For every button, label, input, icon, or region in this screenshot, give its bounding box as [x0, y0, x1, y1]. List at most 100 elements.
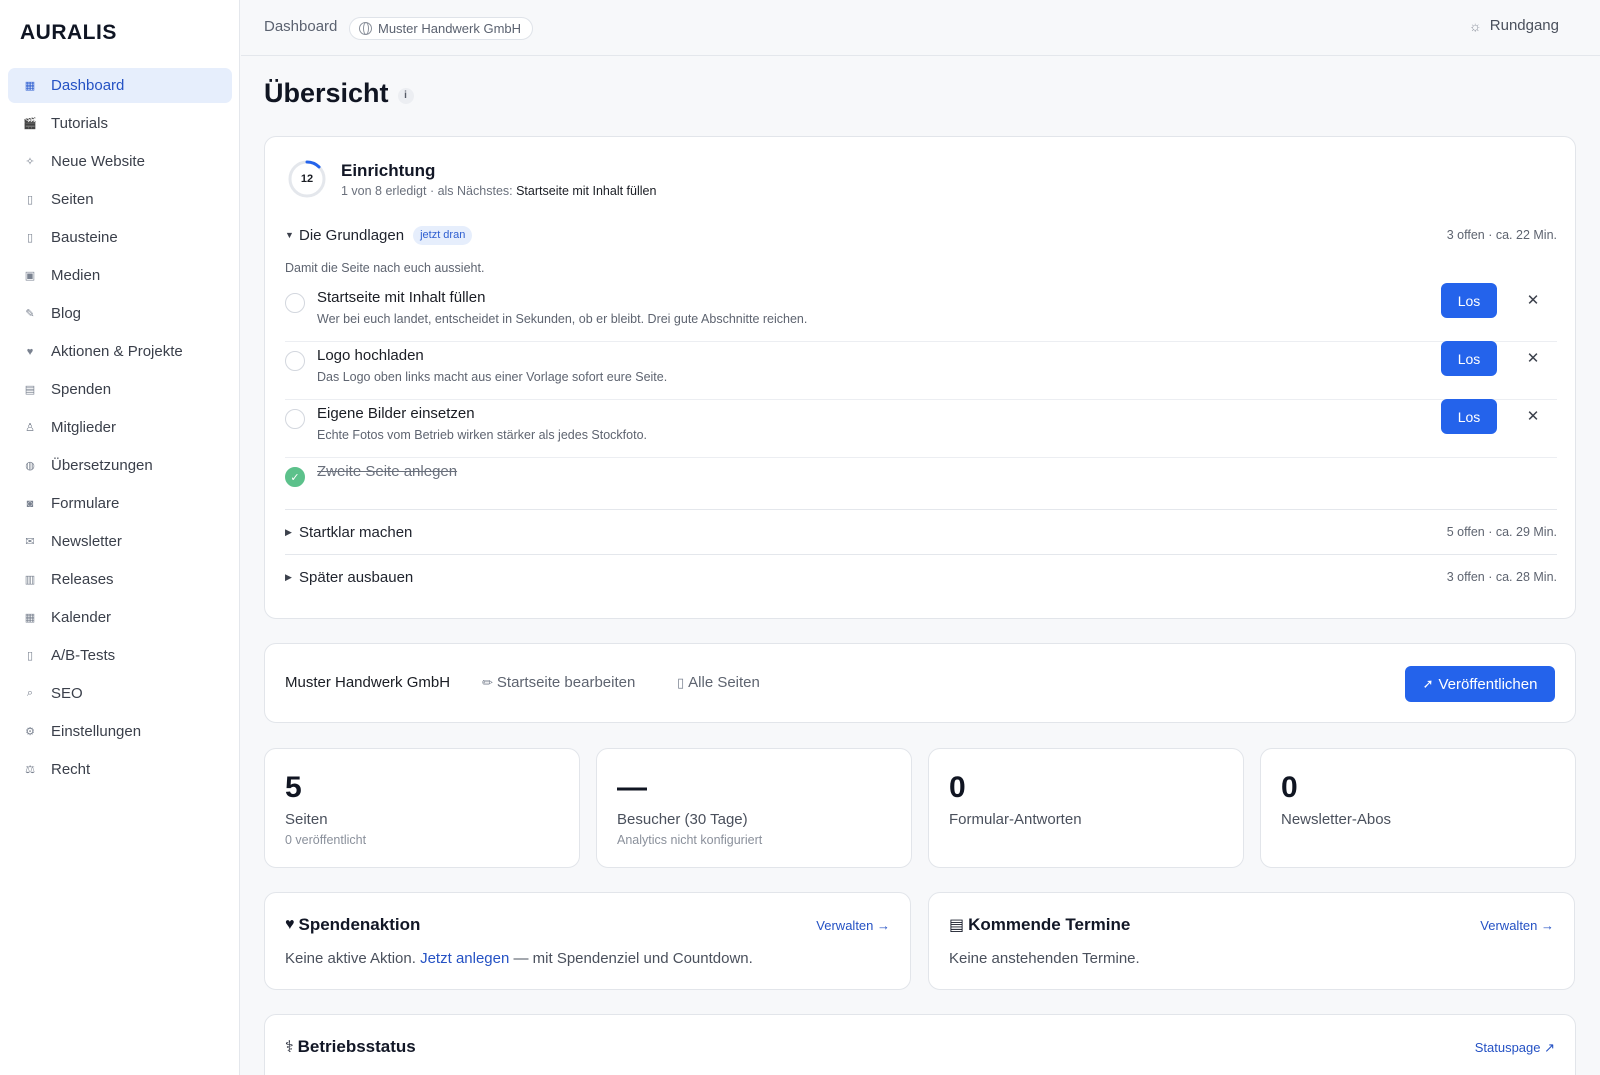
- task-title: Logo hochladen: [317, 347, 424, 364]
- form-icon: ◙: [26, 497, 34, 510]
- close-icon[interactable]: ✕: [1525, 407, 1541, 425]
- sidebar-item-label: Übersetzungen: [51, 457, 153, 474]
- stat-label: Seiten: [285, 811, 328, 828]
- donation-text-suffix: — mit Spendenziel und Countdown.: [509, 950, 753, 967]
- task-checkbox[interactable]: [285, 293, 305, 313]
- status-title-text: Betriebsstatus: [297, 1037, 416, 1056]
- pulse-icon: ⚕: [285, 1039, 294, 1056]
- stat-label: Besucher (30 Tage): [617, 811, 748, 828]
- send-icon: ➚: [1422, 676, 1434, 691]
- brand-logo[interactable]: AURALIS: [20, 21, 117, 45]
- section-title: Später ausbauen: [299, 568, 414, 586]
- tour-label: Rundgang: [1489, 17, 1559, 34]
- publish-label: Veröffentlichen: [1438, 675, 1538, 693]
- checkmark-icon[interactable]: ✓: [285, 467, 305, 487]
- sidebar-item-aktionen-projekte[interactable]: ♥ Aktionen & Projekte: [8, 334, 232, 369]
- sidebar-item-mitglieder[interactable]: ♙ Mitglieder: [8, 410, 232, 445]
- section-meta: 3 offen · ca. 22 Min.: [1446, 228, 1557, 242]
- section-meta: 3 offen · ca. 28 Min.: [1446, 570, 1557, 584]
- sidebar-item-label: Tutorials: [51, 115, 108, 132]
- stat-value: 0: [949, 771, 966, 804]
- create-campaign-link[interactable]: Jetzt anlegen: [420, 950, 509, 967]
- sidebar-item-recht[interactable]: ⚖ Recht: [8, 752, 232, 787]
- section-title: Startklar machen: [299, 523, 413, 541]
- sidebar-item-dashboard[interactable]: ▦ Dashboard: [8, 68, 232, 103]
- sidebar-nav: ▦ Dashboard 🎬 Tutorials ✧ Neue Website ▯ Seiten…: [8, 68, 232, 790]
- publish-button[interactable]: ➚ Veröffentlichen: [1405, 666, 1555, 702]
- sidebar: AURALIS ▦ Dashboard 🎬 Tutorials ✧ Neue Websit…: [0, 0, 240, 1075]
- sidebar-item-releases[interactable]: ▥ Releases: [8, 562, 232, 597]
- start-task-button[interactable]: Los: [1441, 341, 1497, 376]
- sidebar-item-kalender[interactable]: ▦ Kalender: [8, 600, 232, 635]
- close-icon[interactable]: ✕: [1525, 349, 1541, 367]
- sidebar-item-übersetzungen[interactable]: ◍ Übersetzungen: [8, 448, 232, 483]
- status-card: ⚕ Betriebsstatus Statuspage ↗: [264, 1014, 1576, 1075]
- sidebar-item-bausteine[interactable]: ▯ Bausteine: [8, 220, 232, 255]
- sidebar-item-a-b-tests[interactable]: ▯ A/B-Tests: [8, 638, 232, 673]
- stat-value: —: [617, 771, 647, 804]
- sidebar-item-label: A/B-Tests: [51, 647, 116, 664]
- status-title: ⚕ Betriebsstatus: [285, 1037, 416, 1057]
- stat-card[interactable]: — Besucher (30 Tage) Analytics nicht konfi…: [596, 748, 912, 868]
- test-icon: ▯: [26, 650, 34, 662]
- globe-icon: [359, 22, 372, 35]
- breadcrumb[interactable]: Dashboard: [264, 18, 337, 35]
- lightbulb-icon: ☼: [1468, 17, 1482, 34]
- status-badge: jetzt dran: [413, 225, 473, 245]
- sidebar-item-label: Kalender: [51, 609, 112, 626]
- pen-icon: ✎: [25, 308, 35, 320]
- events-title-text: Kommende Termine: [968, 915, 1131, 934]
- sidebar-item-label: Einstellungen: [51, 723, 142, 740]
- start-task-button[interactable]: Los: [1441, 283, 1497, 318]
- sidebar-item-seo[interactable]: ⌕ SEO: [8, 676, 232, 711]
- org-switcher[interactable]: Muster Handwerk GmbH: [349, 17, 534, 40]
- statuspage-link[interactable]: Statuspage ↗: [1475, 1040, 1555, 1056]
- stat-label: Formular-Antworten: [949, 811, 1082, 828]
- all-pages-label: Alle Seiten: [688, 674, 760, 691]
- stat-card[interactable]: 5 Seiten 0 veröffentlicht: [264, 748, 580, 868]
- task-checkbox[interactable]: [285, 409, 305, 429]
- events-widget: ▤ Kommende Termine Verwalten → Keine ans…: [928, 892, 1575, 990]
- tour-button[interactable]: ☼ Rundgang: [1469, 17, 1559, 34]
- donation-text: Keine aktive Aktion.: [285, 950, 421, 967]
- sidebar-item-formulare[interactable]: ◙ Formulare: [8, 486, 232, 521]
- site-name: Muster Handwerk GmbH: [285, 674, 451, 691]
- stat-card[interactable]: 0 Newsletter-Abos: [1260, 748, 1576, 868]
- sidebar-item-tutorials[interactable]: 🎬 Tutorials: [8, 106, 232, 141]
- donation-manage-link[interactable]: Verwalten →: [816, 918, 890, 933]
- sidebar-item-einstellungen[interactable]: ⚙ Einstellungen: [8, 714, 232, 749]
- sidebar-item-medien[interactable]: ▣ Medien: [8, 258, 232, 293]
- info-icon[interactable]: i: [397, 87, 414, 104]
- section-meta: 5 offen · ca. 29 Min.: [1446, 525, 1557, 539]
- pencil-icon: ✏: [482, 674, 493, 690]
- events-manage-link[interactable]: Verwalten →: [1480, 918, 1554, 933]
- donation-title: ♥ Spendenaktion: [285, 915, 420, 935]
- task-checkbox[interactable]: [285, 351, 305, 371]
- sidebar-item-spenden[interactable]: ▤ Spenden: [8, 372, 232, 407]
- stat-card[interactable]: 0 Formular-Antworten: [928, 748, 1244, 868]
- sidebar-item-neue-website[interactable]: ✧ Neue Website: [8, 144, 232, 179]
- stat-value: 5: [285, 771, 302, 804]
- sparkle-icon: ✧: [25, 156, 35, 168]
- close-icon[interactable]: ✕: [1525, 291, 1541, 309]
- caret-down-icon: ▼: [285, 230, 294, 240]
- all-pages-link[interactable]: ▯ Alle Seiten: [677, 674, 760, 691]
- edit-homepage-link[interactable]: ✏ Startseite bearbeiten: [482, 674, 635, 691]
- section-spaeter[interactable]: ▶ Später ausbauen 3 offen · ca. 28 Min.: [285, 556, 1557, 598]
- org-name: Muster Handwerk GmbH: [378, 21, 522, 36]
- stat-subtext: Analytics nicht konfiguriert: [617, 833, 763, 847]
- stat-value: 0: [1281, 771, 1298, 804]
- section-grundlagen[interactable]: ▼ Die Grundlagen jetzt dran 3 offen · ca…: [285, 223, 1557, 247]
- page-icon: ▯: [26, 194, 34, 206]
- donation-widget: ♥ Spendenaktion Verwalten → Keine aktive…: [264, 892, 911, 990]
- task-description: Echte Fotos vom Betrieb wirken stärker a…: [317, 428, 647, 442]
- sidebar-item-newsletter[interactable]: ✉ Newsletter: [8, 524, 232, 559]
- sidebar-item-label: SEO: [51, 685, 83, 702]
- clapper-icon: 🎬: [23, 118, 37, 130]
- sidebar-item-blog[interactable]: ✎ Blog: [8, 296, 232, 331]
- start-task-button[interactable]: Los: [1441, 399, 1497, 434]
- sidebar-item-seiten[interactable]: ▯ Seiten: [8, 182, 232, 217]
- section-startklar[interactable]: ▶ Startklar machen 5 offen · ca. 29 Min.: [285, 511, 1557, 553]
- task-row: Eigene Bilder einsetzen Echte Fotos vom B…: [285, 399, 1557, 458]
- sidebar-item-label: Blog: [51, 305, 82, 322]
